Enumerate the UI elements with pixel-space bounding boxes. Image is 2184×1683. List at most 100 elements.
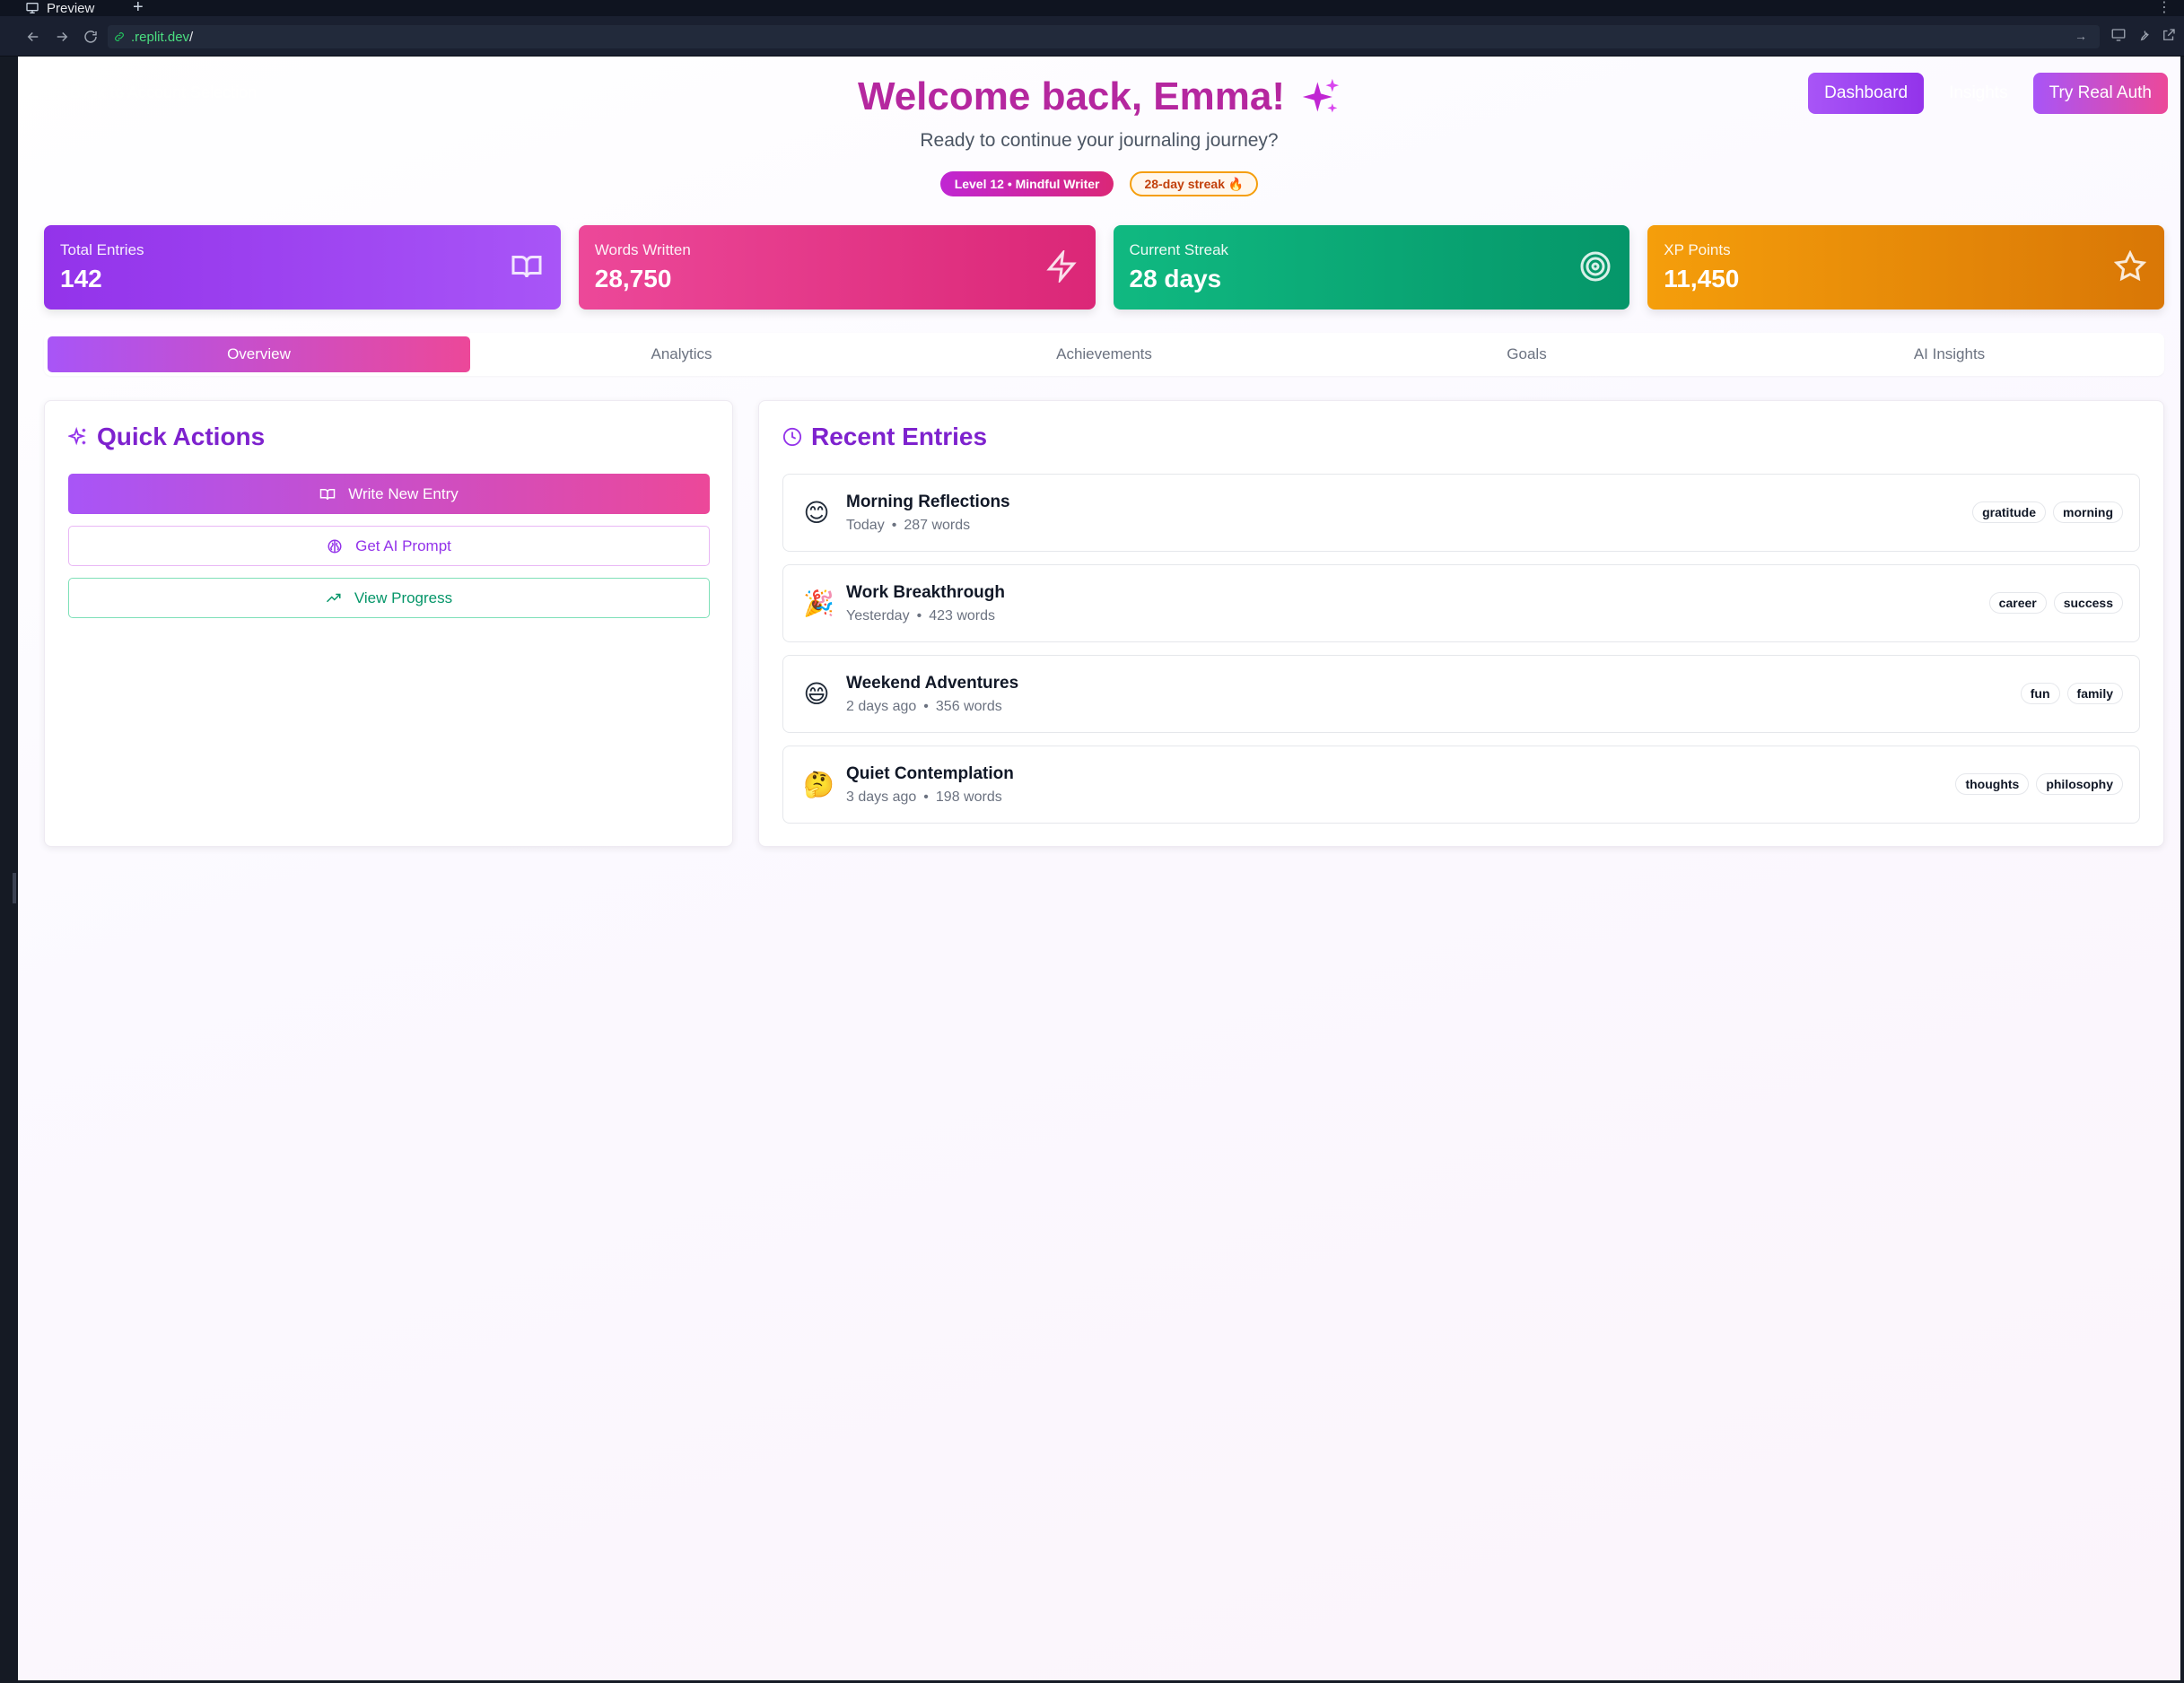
tab-analytics[interactable]: Analytics [470, 336, 893, 372]
stat-value: 11,450 [1664, 265, 1740, 292]
tag[interactable]: philosophy [2036, 773, 2123, 795]
more-vertical-icon[interactable]: ⋮ [2157, 0, 2171, 16]
level-badge: Level 12 • Mindful Writer [939, 171, 1114, 196]
stat-value: 28 days [1129, 265, 1222, 292]
link-icon [115, 32, 124, 41]
section-tabs: Overview Analytics Achievements Goals AI… [44, 333, 2164, 376]
quick-actions-list: Write New Entry Get AI Prompt View Progr… [68, 474, 710, 618]
forward-nav-button[interactable] [50, 25, 74, 48]
separator-dot: • [923, 789, 929, 805]
tag[interactable]: gratitude [1972, 501, 2046, 523]
tag[interactable]: thoughts [1955, 773, 2030, 795]
zap-icon [1045, 249, 1078, 284]
streak-badge: 28-day streak 🔥 [1130, 171, 1259, 196]
tab-overview[interactable]: Overview [48, 336, 470, 372]
stat-label: Total Entries [60, 241, 144, 258]
entry-meta: Today • 287 words [846, 518, 1010, 534]
url-field[interactable]: .replit.dev/ → [108, 25, 2100, 48]
entry-date: 2 days ago [846, 698, 917, 714]
browser-tab-preview[interactable]: Preview [18, 0, 110, 16]
write-new-entry-label: Write New Entry [348, 484, 459, 502]
arrow-right-go-icon[interactable]: → [2075, 29, 2087, 43]
list-item[interactable]: 🎉 Work Breakthrough Yesterday • 423 words … [782, 564, 2140, 642]
mood-emoji-icon: 😊 [803, 499, 830, 527]
entry-title: Morning Reflections [846, 492, 1010, 511]
stat-card-total-entries: Total Entries 142 [44, 225, 561, 310]
try-real-auth-button[interactable]: Try Real Auth [2032, 73, 2168, 114]
browser-tools [2110, 27, 2177, 43]
recent-entries-title: Recent Entries [782, 423, 987, 451]
list-item[interactable]: 😄 Weekend Adventures 2 days ago • 356 word… [782, 655, 2140, 733]
address-bar: .replit.dev/ → [0, 16, 2184, 57]
resize-handle[interactable] [13, 873, 16, 903]
stat-card-words-written: Words Written 28,750 [578, 225, 1096, 310]
entry-tags: career success [1988, 592, 2123, 614]
refresh-icon [84, 31, 97, 43]
stat-card-current-streak: Current Streak 28 days [1113, 225, 1630, 310]
badge-row: Level 12 • Mindful Writer 28-day streak … [18, 171, 2180, 196]
entry-text: Morning Reflections Today • 287 words [846, 493, 1010, 534]
target-icon [1579, 250, 1612, 283]
dashboard-button[interactable]: Dashboard [1808, 73, 1925, 114]
entry-word-count: 423 words [929, 607, 996, 623]
entry-text: Work Breakthrough Yesterday • 423 words [846, 583, 1005, 624]
write-new-entry-button[interactable]: Write New Entry [68, 474, 710, 514]
get-ai-prompt-label: Get AI Prompt [355, 536, 451, 554]
entry-tags: fun family [2020, 683, 2123, 704]
separator-dot: • [916, 607, 922, 623]
tab-goals[interactable]: Goals [1315, 336, 1738, 372]
star-icon [2113, 249, 2147, 283]
get-ai-prompt-button[interactable]: Get AI Prompt [68, 526, 710, 566]
tab-achievements[interactable]: Achievements [893, 336, 1315, 372]
reload-button[interactable] [79, 25, 102, 48]
entry-tags: gratitude morning [1972, 501, 2123, 523]
entry-word-count: 287 words [904, 517, 971, 533]
browser-tab-bar: Preview + ⋮ [0, 0, 2184, 18]
stat-label: Current Streak [1129, 241, 1229, 258]
devices-icon[interactable] [2110, 27, 2127, 43]
external-link-icon[interactable] [2161, 27, 2177, 43]
app-viewport: Back to Account Selection Welcome back, … [18, 57, 2180, 1680]
quick-actions-panel: Quick Actions Write New Entry Get AI Pro… [44, 400, 733, 847]
entry-text: Weekend Adventures 2 days ago • 356 words [846, 674, 1018, 715]
entry-text: Quiet Contemplation 3 days ago • 198 words [846, 764, 1014, 806]
tag[interactable]: success [2053, 592, 2123, 614]
page-title-text: Welcome back, Emma! [857, 74, 1286, 118]
page-subtitle: Ready to continue your journaling journe… [920, 130, 1279, 151]
url-text: .replit.dev/ [131, 30, 193, 45]
book-open-icon [320, 488, 336, 500]
tab-ai-insights[interactable]: AI Insights [1738, 336, 2161, 372]
arrow-right-icon [57, 31, 68, 42]
stats-row: Total Entries 142 Words Written 28,750 C… [44, 225, 2164, 310]
back-nav-button[interactable] [22, 25, 45, 48]
wrench-icon[interactable] [2136, 27, 2152, 43]
view-progress-button[interactable]: View Progress [68, 578, 710, 618]
list-item[interactable]: 🤔 Quiet Contemplation 3 days ago • 198 wor… [782, 746, 2140, 824]
tag[interactable]: career [1988, 592, 2047, 614]
header-actions: Dashboard Insights Try Real Auth [1808, 73, 2168, 114]
entry-meta: Yesterday • 423 words [846, 608, 1005, 624]
tag[interactable]: family [2066, 683, 2123, 704]
entry-word-count: 356 words [935, 698, 1002, 714]
entry-date: Yesterday [846, 607, 910, 623]
stat-card-xp-points: XP Points 11,450 [1647, 225, 2164, 310]
entry-title: Quiet Contemplation [846, 763, 1014, 783]
entry-meta: 3 days ago • 198 words [846, 789, 1014, 806]
monitor-icon [26, 3, 39, 13]
entry-title: Weekend Adventures [846, 673, 1019, 693]
page-title: Welcome back, Emma! [858, 74, 1341, 119]
tag[interactable]: fun [2020, 683, 2060, 704]
list-item[interactable]: 😊 Morning Reflections Today • 287 words gr… [782, 474, 2140, 552]
sparkles-icon [68, 427, 86, 446]
entry-word-count: 198 words [935, 789, 1002, 805]
mood-emoji-icon: 🤔 [803, 771, 834, 798]
entry-date: Today [846, 517, 885, 533]
insights-button[interactable]: Insights [1940, 83, 2016, 103]
entry-meta: 2 days ago • 356 words [846, 699, 1018, 715]
url-host: .replit.dev [131, 29, 190, 45]
stat-value: 142 [60, 265, 102, 292]
entry-date: 3 days ago [846, 789, 917, 805]
tag[interactable]: morning [2053, 501, 2123, 523]
new-tab-button[interactable]: + [133, 0, 144, 18]
separator-dot: • [891, 517, 897, 533]
